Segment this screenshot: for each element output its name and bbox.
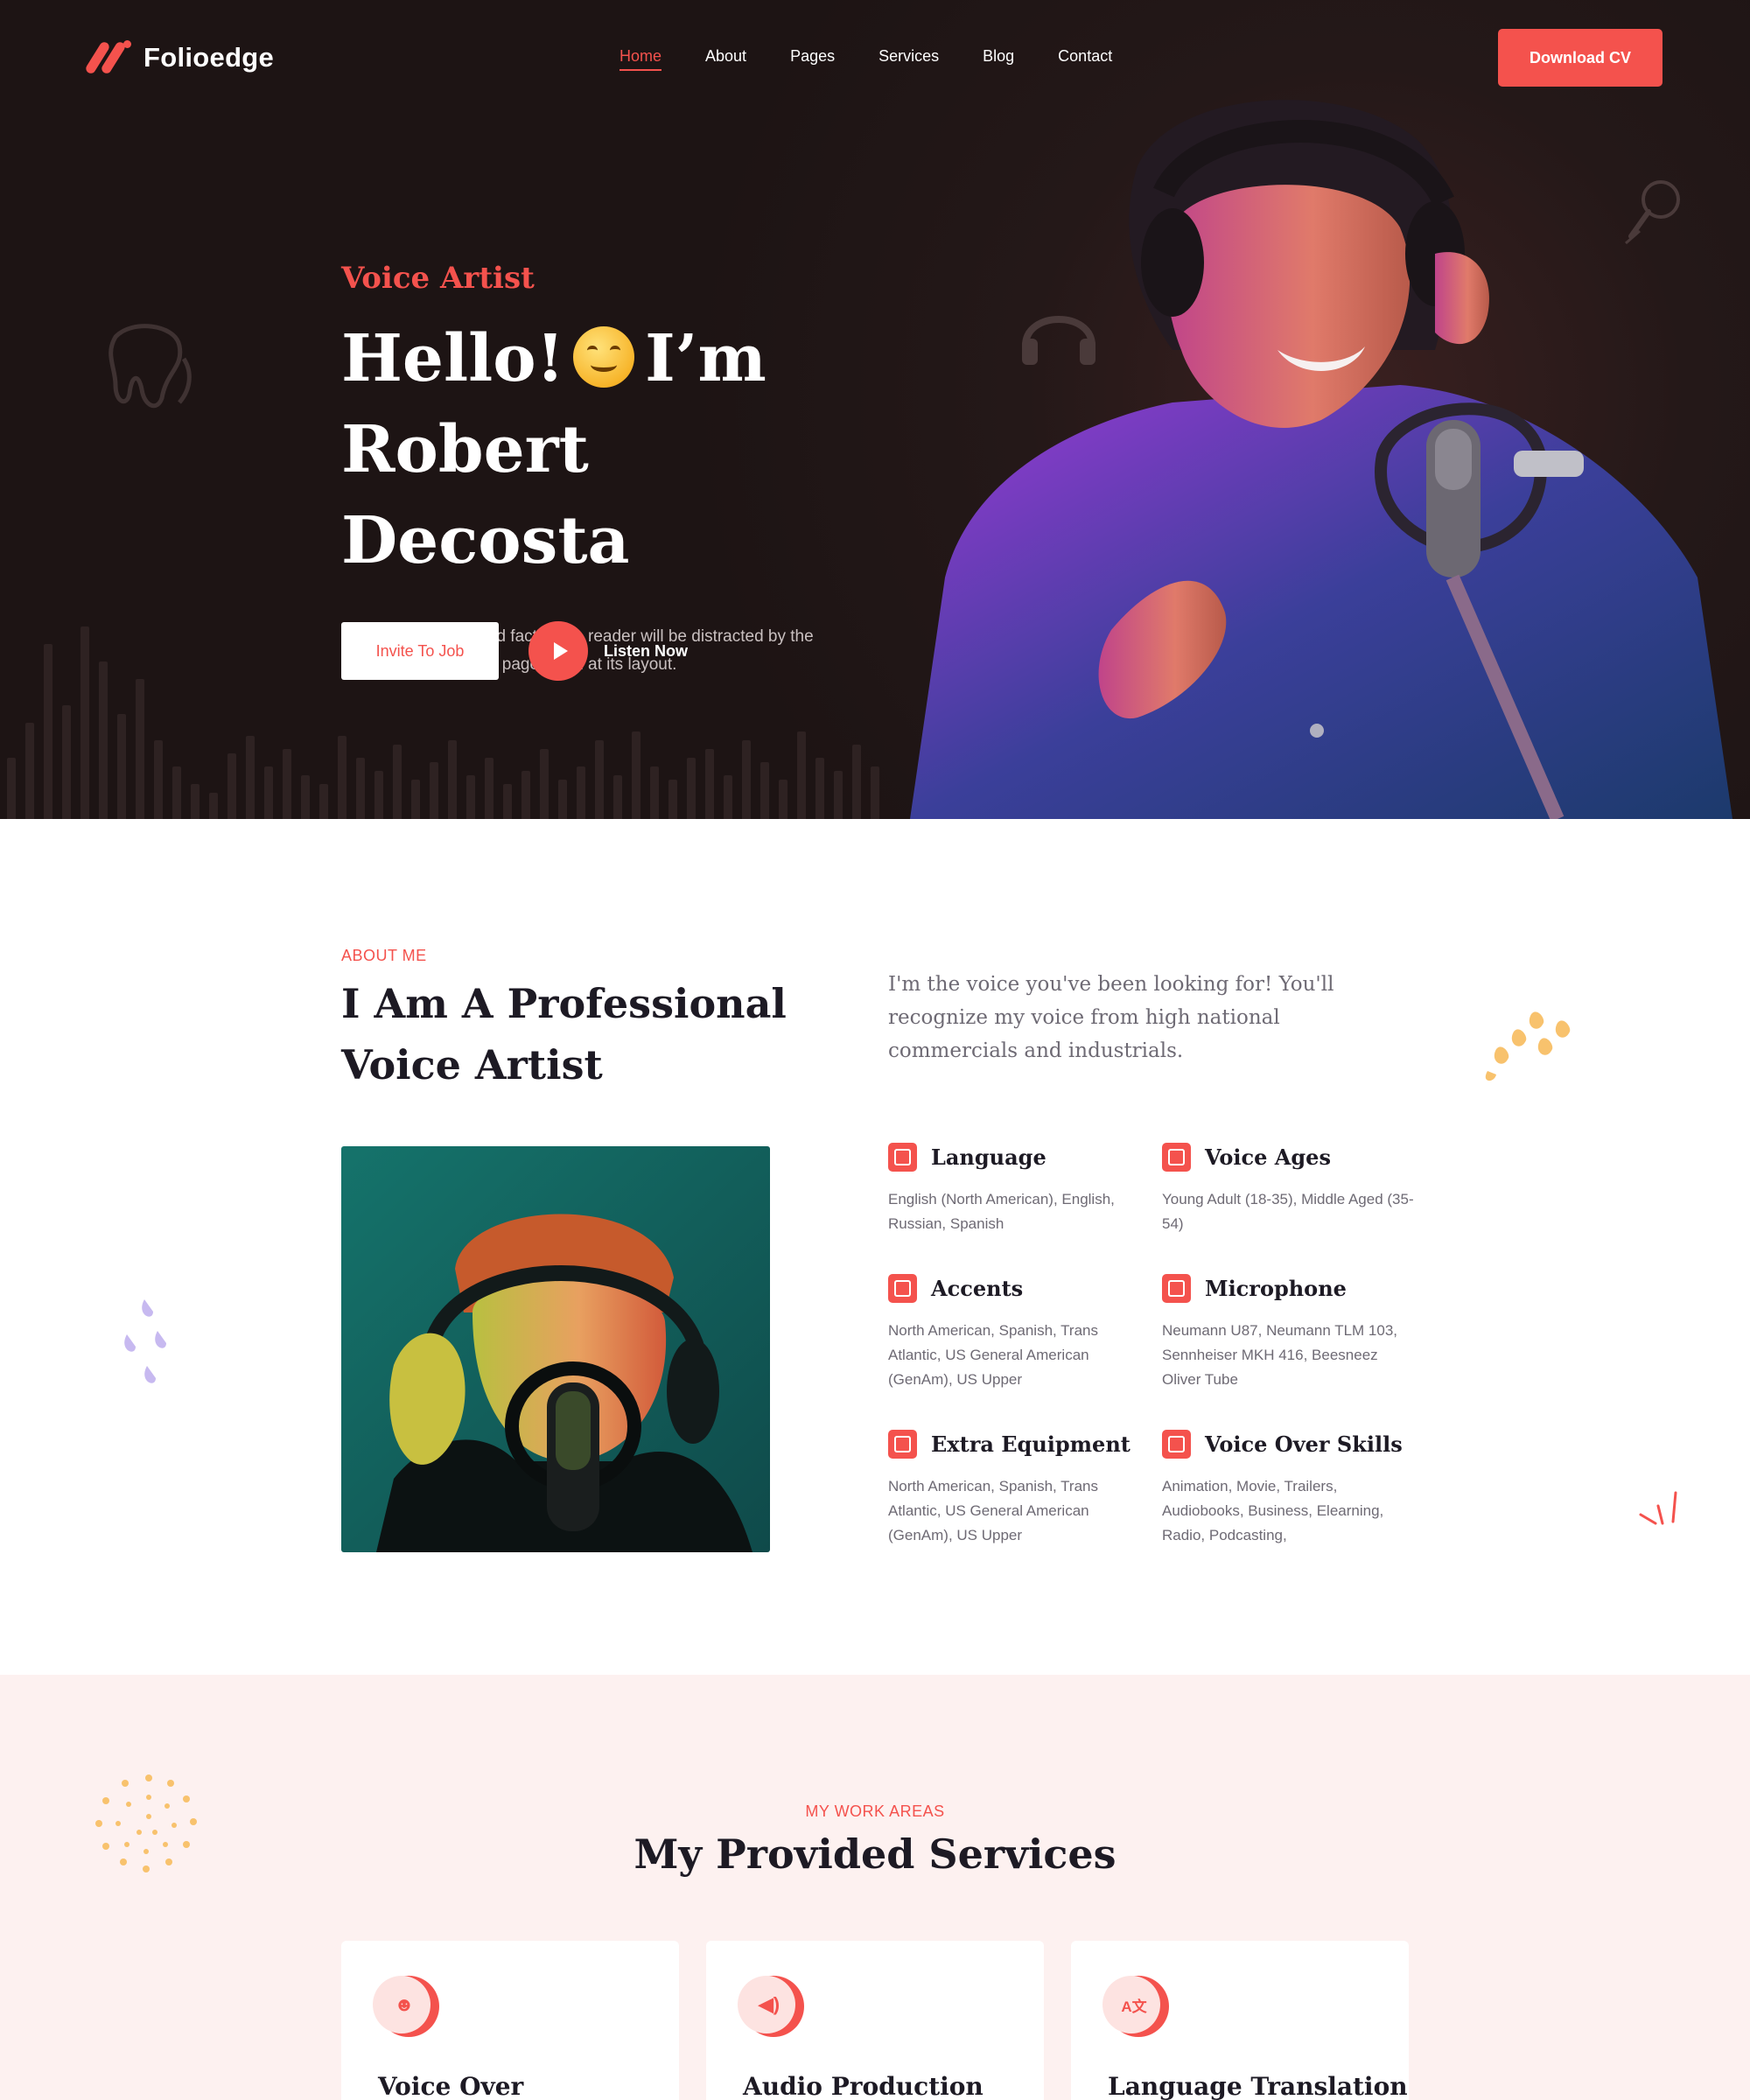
brand-logo[interactable]: Folioedge (84, 38, 275, 77)
service-card-title: Language Translation (1108, 2072, 1408, 2100)
translate-icon: A文 (1102, 1976, 1174, 2042)
service-card-voice-over[interactable]: ☻ Voice Over (341, 1941, 679, 2100)
hero-title-hello: Hello! (341, 321, 565, 396)
about-intro: I'm the voice you've been looking for! Y… (888, 973, 1334, 1062)
speaker-icon: ◀) (738, 1976, 809, 2042)
hero-eyebrow: Voice Artist (341, 261, 535, 296)
hero-title-im: I’m (645, 321, 766, 396)
main-menu: Home About Pages Services Blog Contact (620, 47, 1112, 71)
services-eyebrow: MY WORK AREAS (805, 1802, 945, 1820)
service-card-language-translation[interactable]: A文 Language Translation (1071, 1941, 1409, 2100)
hero-text-block: Voice Artist Hello!I’m Robert Decosta It… (341, 261, 884, 679)
purple-drops-decoration (124, 1299, 166, 1383)
voice-ages-icon (1162, 1143, 1191, 1172)
services-title: My Provided Services (634, 1830, 1116, 1878)
drops-decoration (1485, 1012, 1571, 1082)
nav-item-contact[interactable]: Contact (1058, 47, 1112, 71)
play-icon[interactable] (528, 621, 588, 681)
about-title: I Am A Professional Voice Artist (341, 980, 787, 1088)
spark-lines-decoration (1639, 1491, 1677, 1525)
feature-title: Voice Ages (1205, 1144, 1331, 1170)
top-navigation: Folioedge Home About Pages Services Blog… (0, 0, 1750, 116)
tooth-outline-decoration (108, 324, 192, 409)
hero-title-name: Robert Decosta (341, 412, 630, 578)
service-card-title: Voice Over (378, 2072, 524, 2100)
smiling-face-emoji-icon (573, 326, 635, 388)
feature-description: North American, Spanish, Trans Atlantic,… (888, 1478, 1099, 1544)
voice-over-icon: ☻ (373, 1976, 444, 2042)
about-section: ABOUT ME I Am A Professional Voice Artis… (0, 819, 1750, 1675)
nav-item-services[interactable]: Services (878, 47, 939, 71)
hero-singer-photo (910, 100, 1732, 819)
hero-section: Folioedge Home About Pages Services Blog… (0, 0, 1750, 819)
feature-extra-equipment: Extra Equipment North American, Spanish,… (888, 1430, 1142, 1548)
nav-item-pages[interactable]: Pages (790, 47, 835, 71)
feature-title: Microphone (1205, 1276, 1347, 1301)
services-section: MY WORK AREAS My Provided Services ☻ Voi… (0, 1675, 1750, 2100)
feature-description: Neumann U87, Neumann TLM 103, Sennheiser… (1162, 1322, 1398, 1388)
microphone-icon (1162, 1274, 1191, 1303)
feature-title: Accents (931, 1276, 1024, 1301)
invite-to-job-button[interactable]: Invite To Job (341, 622, 499, 680)
about-singer-photo (341, 1146, 770, 1552)
nav-item-blog[interactable]: Blog (983, 47, 1014, 71)
feature-description: North American, Spanish, Trans Atlantic,… (888, 1322, 1099, 1388)
service-card-title: Audio Production (743, 2072, 984, 2100)
feature-accents: Accents North American, Spanish, Trans A… (888, 1274, 1142, 1392)
feature-description: Animation, Movie, Trailers, Audiobooks, … (1162, 1478, 1384, 1544)
logo-mark-icon (84, 38, 131, 77)
service-card-audio-production[interactable]: ◀) Audio Production (706, 1941, 1044, 2100)
feature-description: Young Adult (18-35), Middle Aged (35-54) (1162, 1191, 1414, 1232)
hero-title: Hello! I’m Robert Decosta (341, 313, 884, 586)
accents-icon (888, 1274, 917, 1303)
feature-title: Voice Over Skills (1205, 1432, 1403, 1457)
feature-microphone: Microphone Neumann U87, Neumann TLM 103,… (1162, 1274, 1416, 1392)
nav-item-about[interactable]: About (705, 47, 746, 71)
feature-title: Language (931, 1144, 1046, 1170)
brand-name: Folioedge (144, 42, 275, 73)
feature-description: English (North American), English, Russi… (888, 1191, 1115, 1232)
about-eyebrow: ABOUT ME (341, 947, 427, 964)
feature-language: Language English (North American), Engli… (888, 1143, 1142, 1236)
feature-voice-ages: Voice Ages Young Adult (18-35), Middle A… (1162, 1143, 1416, 1236)
download-cv-button[interactable]: Download CV (1498, 29, 1662, 87)
equipment-icon (888, 1430, 917, 1459)
listen-now-link[interactable]: Listen Now (604, 642, 688, 661)
feature-title: Extra Equipment (931, 1432, 1130, 1457)
skills-icon (1162, 1430, 1191, 1459)
nav-item-home[interactable]: Home (620, 47, 662, 71)
hero-actions: Invite To Job Listen Now (341, 621, 688, 681)
feature-voice-over-skills: Voice Over Skills Animation, Movie, Trai… (1162, 1430, 1416, 1548)
language-icon (888, 1143, 917, 1172)
